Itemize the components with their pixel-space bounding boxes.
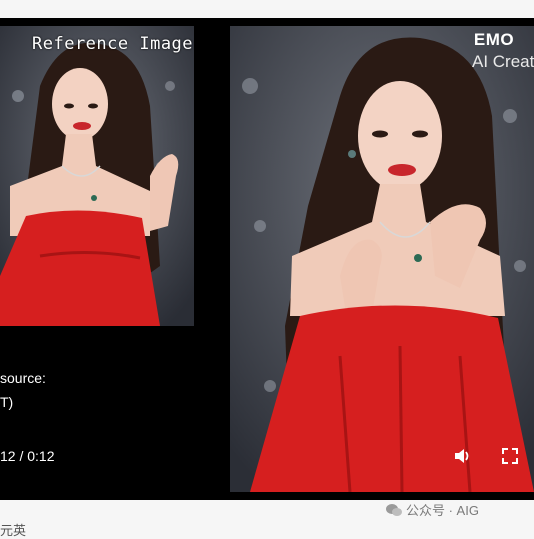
volume-icon xyxy=(455,449,469,463)
fullscreen-button[interactable] xyxy=(500,446,520,466)
video-subtitle: AI Creat xyxy=(472,52,534,71)
watermark: 公众号 · AIG xyxy=(386,500,479,519)
fullscreen-icon xyxy=(502,448,518,464)
caption-line-2: T) xyxy=(0,394,14,410)
video-title: EMO xyxy=(473,30,515,49)
reference-label: Reference Image xyxy=(32,34,194,54)
caption-source: source: xyxy=(0,370,46,386)
volume-button[interactable] xyxy=(452,446,472,466)
watermark-text: 公众号 · AIG xyxy=(406,503,479,518)
page-footer: 公众号 · AIG 元英 xyxy=(0,500,534,538)
time-display: 12 / 0:12 xyxy=(0,448,55,464)
wechat-icon xyxy=(386,503,402,516)
footer-text: 元英 xyxy=(0,523,27,538)
video-player[interactable]: Reference Image source: T) EMO AI Creat … xyxy=(0,18,534,500)
reference-image: Reference Image xyxy=(0,26,194,326)
video-frame xyxy=(230,26,534,492)
